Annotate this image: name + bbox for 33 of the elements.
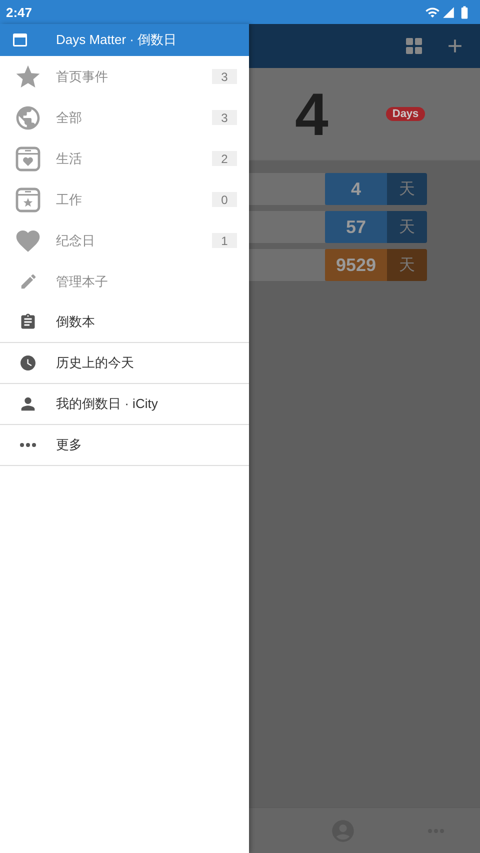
clipboard-icon <box>19 313 37 331</box>
day-unit: 天 <box>387 249 427 281</box>
event-row[interactable] <box>249 173 325 205</box>
day-count: 9529 <box>325 249 387 281</box>
count-badge: 1 <box>212 233 237 248</box>
pencil-icon <box>18 272 38 291</box>
category-item[interactable]: 首页事件 3 <box>0 56 249 97</box>
grid-icon[interactable] <box>406 38 422 54</box>
day-unit: 天 <box>387 173 427 205</box>
event-row[interactable] <box>249 249 325 281</box>
category-item[interactable]: 生活 2 <box>0 138 249 179</box>
manage-item[interactable]: 管理本子 <box>0 261 249 302</box>
menu-item[interactable]: 倒数本 <box>0 302 249 343</box>
drawer-title: Days Matter · 倒数日 <box>56 31 177 49</box>
menu-item[interactable]: 历史上的今天 <box>0 343 249 384</box>
category-item[interactable]: 纪念日 1 <box>0 220 249 261</box>
more-icon <box>20 443 36 447</box>
signal-icon <box>442 6 455 18</box>
count-badge: 3 <box>212 110 237 125</box>
count-badge: 2 <box>212 151 237 166</box>
day-unit: 天 <box>387 211 427 243</box>
day-count: 4 <box>325 173 387 205</box>
days-badge: Days <box>386 107 425 121</box>
status-time: 2:47 <box>6 4 32 20</box>
count-badge: 0 <box>212 192 237 207</box>
calendar-icon <box>12 32 28 48</box>
hero-number: 4 <box>295 80 328 148</box>
day-count: 57 <box>325 211 387 243</box>
category-item[interactable]: 全部 3 <box>0 97 249 138</box>
clock-icon <box>19 354 37 372</box>
count-badge: 3 <box>212 69 237 84</box>
event-row[interactable] <box>249 211 325 243</box>
category-item[interactable]: 工作 0 <box>0 179 249 220</box>
